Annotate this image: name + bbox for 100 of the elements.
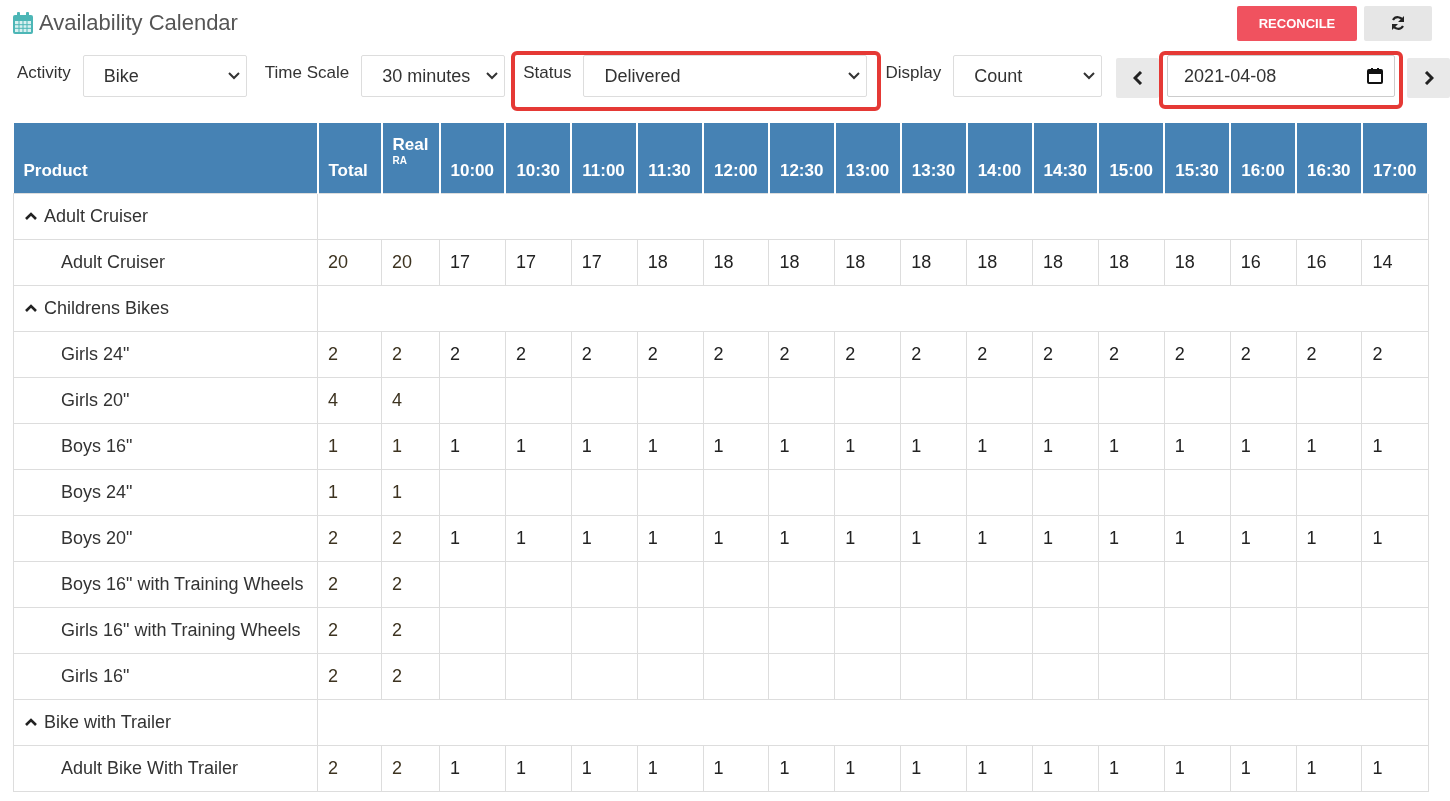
filter-label: Status — [523, 63, 572, 83]
table-cell: 1 — [637, 423, 704, 469]
table-cell: 2 — [381, 561, 440, 607]
table-cell: 1 — [1230, 745, 1297, 791]
filter-label: Activity — [17, 63, 71, 83]
dropdown-field[interactable]: 30 minutes — [361, 55, 506, 97]
chevron-up-icon — [24, 303, 38, 314]
table-cell: 1 — [768, 423, 835, 469]
table-cell: 2 — [317, 515, 382, 561]
table-cell: 18 — [637, 239, 704, 285]
table-cell: 1 — [966, 745, 1033, 791]
table-cell: 1 — [1361, 515, 1428, 561]
date-field[interactable]: 2021-04-08 — [1167, 55, 1396, 97]
table-cell: 2 — [1361, 331, 1428, 377]
column-header: 10:00 — [439, 123, 506, 193]
table-cell: 18 — [1164, 239, 1231, 285]
column-header: 12:00 — [703, 123, 769, 193]
table-cell: 2 — [834, 331, 901, 377]
table-cell: 2 — [381, 515, 440, 561]
table-cell: 2 — [1098, 331, 1165, 377]
table-cell: 1 — [439, 515, 506, 561]
table-cell: 2 — [381, 653, 440, 699]
product-name: Girls 16" — [13, 653, 318, 699]
table-cell: 18 — [966, 239, 1033, 285]
table-cell: 18 — [1032, 239, 1099, 285]
table-cell: 1 — [439, 423, 506, 469]
table-cell: 2 — [1032, 331, 1099, 377]
table-cell: 17 — [439, 239, 506, 285]
table-cell: 18 — [1098, 239, 1165, 285]
table-cell: 2 — [317, 653, 382, 699]
table-cell: 1 — [571, 515, 638, 561]
table-cell: 1 — [571, 423, 638, 469]
table-cell: 2 — [381, 745, 440, 791]
calendar-icon — [12, 11, 34, 35]
table-cell: 1 — [900, 745, 967, 791]
chevron-down-icon — [848, 72, 861, 80]
table-cell: 18 — [768, 239, 835, 285]
table-cell: 2 — [317, 331, 382, 377]
table-cell: 1 — [768, 515, 835, 561]
table-cell: 4 — [381, 377, 440, 423]
table-cell: 2 — [381, 331, 440, 377]
table-cell: 2 — [966, 331, 1033, 377]
chevron-down-icon — [227, 72, 240, 80]
column-header: Product — [13, 123, 318, 193]
column-header: 16:30 — [1296, 123, 1362, 193]
product-name: Boys 24" — [13, 469, 318, 515]
table-cell: 1 — [1098, 423, 1165, 469]
table-cell: 4 — [317, 377, 382, 423]
product-name: Girls 16" with Training Wheels — [13, 607, 318, 653]
refresh-button[interactable] — [1364, 5, 1432, 41]
column-header: 13:30 — [900, 123, 967, 193]
column-header: 14:30 — [1032, 123, 1099, 193]
group-toggle[interactable]: Adult Cruiser — [24, 205, 149, 227]
table-cell: 1 — [317, 469, 382, 515]
table-cell: 2 — [439, 331, 506, 377]
table-cell: 20 — [317, 239, 382, 285]
column-header: 10:30 — [505, 123, 572, 193]
table-cell: 1 — [834, 423, 901, 469]
table-cell: 1 — [505, 515, 572, 561]
table-cell: 18 — [900, 239, 967, 285]
table-cell: 1 — [1230, 515, 1297, 561]
chevron-right-icon — [1423, 71, 1434, 85]
table-cell: 2 — [317, 745, 382, 791]
table-cell: 2 — [703, 331, 769, 377]
table-cell: 1 — [1361, 423, 1428, 469]
table-cell: 1 — [834, 745, 901, 791]
filter-label: Time Scale — [264, 63, 350, 83]
filter-label: Display — [885, 63, 942, 83]
table-cell: 1 — [571, 745, 638, 791]
table-cell: 1 — [439, 745, 506, 791]
calendar-icon — [1366, 67, 1385, 85]
table-cell: 2 — [381, 607, 440, 653]
table-cell: 2 — [1296, 331, 1362, 377]
table-cell: 1 — [703, 423, 769, 469]
table-cell: 1 — [381, 423, 440, 469]
table-cell: 2 — [900, 331, 967, 377]
table-cell: 1 — [1098, 515, 1165, 561]
column-header: 13:00 — [834, 123, 901, 193]
table-cell: 1 — [900, 515, 967, 561]
table-cell: 1 — [768, 745, 835, 791]
column-header: 11:30 — [637, 123, 704, 193]
table-cell: 17 — [505, 239, 572, 285]
table-cell: 1 — [1032, 515, 1099, 561]
product-name: Adult Cruiser — [13, 239, 318, 285]
previous-day-button[interactable] — [1116, 58, 1160, 98]
next-day-button[interactable] — [1407, 58, 1450, 98]
table-cell: 1 — [637, 745, 704, 791]
table-cell: 1 — [1230, 423, 1297, 469]
dropdown-field[interactable]: Delivered — [583, 55, 868, 97]
table-cell: 1 — [1361, 745, 1428, 791]
table-cell: 2 — [571, 331, 638, 377]
page-title: Availability Calendar — [39, 10, 238, 36]
table-cell: 2 — [317, 561, 382, 607]
dropdown-field[interactable]: Count — [953, 55, 1103, 97]
dropdown-field[interactable]: Bike — [82, 55, 247, 97]
table-cell: 14 — [1361, 239, 1428, 285]
column-header: 17:00 — [1361, 123, 1428, 193]
table-cell: 16 — [1230, 239, 1297, 285]
column-header: 16:00 — [1230, 123, 1297, 193]
table-cell: 1 — [703, 745, 769, 791]
